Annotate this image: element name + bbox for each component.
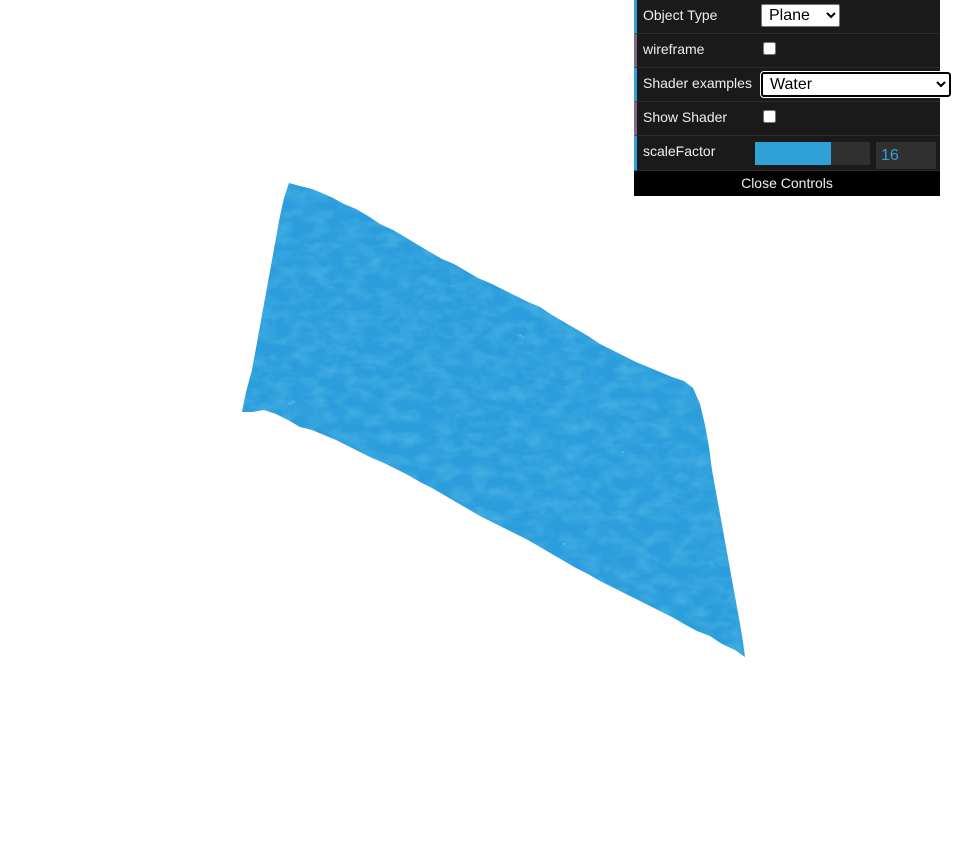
scale-factor-row: scaleFactor 16 [634, 136, 940, 171]
object-type-row: Object Type Plane [634, 0, 940, 34]
shader-examples-row: Shader examples Water [634, 68, 952, 102]
water-plane [242, 183, 745, 657]
scale-factor-slider[interactable] [755, 142, 870, 165]
scale-factor-input[interactable]: 16 [876, 142, 936, 169]
object-type-select[interactable]: Plane [761, 4, 840, 27]
object-type-label: Object Type [643, 7, 718, 23]
show-shader-row: Show Shader [634, 102, 940, 136]
wireframe-label: wireframe [643, 41, 705, 57]
controls-panel: Object Type Plane wireframe Shader examp… [634, 0, 952, 196]
close-controls-button[interactable]: Close Controls [634, 171, 940, 196]
shader-examples-label: Shader examples [643, 75, 752, 91]
show-shader-label: Show Shader [643, 109, 728, 125]
scale-factor-label: scaleFactor [643, 143, 716, 159]
scale-factor-slider-fill [755, 142, 831, 165]
wireframe-row: wireframe [634, 34, 940, 68]
show-shader-checkbox[interactable] [763, 110, 776, 123]
shader-examples-select[interactable]: Water [760, 71, 952, 98]
wireframe-checkbox[interactable] [763, 42, 776, 55]
